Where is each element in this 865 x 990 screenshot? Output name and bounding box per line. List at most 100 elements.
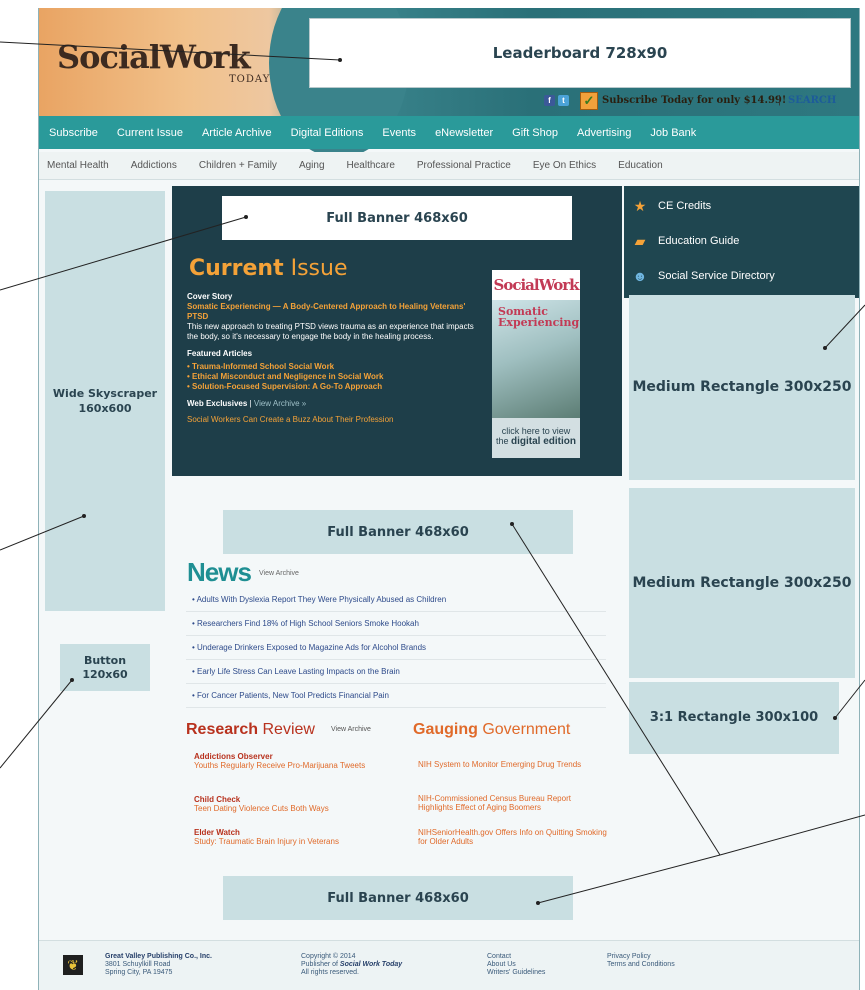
leaderboard-ad-slot[interactable]: Leaderboard 728x90 <box>309 18 851 88</box>
news-item-link[interactable]: • Early Life Stress Can Leave Lasting Im… <box>186 660 606 684</box>
gauging-government-heading-rest: Government <box>477 721 571 738</box>
footer-publisher-prefix: Publisher of <box>301 961 340 968</box>
digital-edition-line-2b: digital edition <box>511 436 576 447</box>
footer-address-line: Spring City, PA 19475 <box>105 969 173 976</box>
footer-publisher-name: Social Work Today <box>339 961 403 968</box>
issue-banner-ad-slot[interactable]: Full Banner 468x60 <box>222 196 572 240</box>
footer-company-block: Great Valley Publishing Co., Inc. 3801 S… <box>105 953 212 977</box>
research-review-item[interactable]: Elder Watch Study: Traumatic Brain Injur… <box>194 828 374 846</box>
search-link[interactable]: SEARCH <box>788 95 836 106</box>
footer-about-link[interactable]: About Us <box>487 961 545 969</box>
gauging-government-link[interactable]: NIH System to Monitor Emerging Drug Tren… <box>418 760 608 769</box>
page-canvas: SocialWork TODAY Leaderboard 728x90 f t … <box>0 0 865 990</box>
topic-children-family[interactable]: Children + Family <box>199 160 277 171</box>
topic-navigation: Mental Health Addictions Children + Fami… <box>39 152 859 180</box>
research-review-category: Elder Watch <box>194 828 240 837</box>
cover-logo: SocialWork <box>492 270 580 300</box>
ce-credits-label: CE Credits <box>658 200 712 212</box>
footer-copyright: Copyright © 2014 <box>301 953 356 960</box>
news-item-link[interactable]: • Adults With Dyslexia Report They Were … <box>186 588 606 612</box>
featured-article-link[interactable]: • Trauma-Informed School Social Work <box>187 362 487 372</box>
twitter-icon[interactable]: t <box>558 95 569 106</box>
current-issue-heading: Current Issue <box>189 256 348 281</box>
nav-advertising[interactable]: Advertising <box>577 127 631 139</box>
nav-gift-shop[interactable]: Gift Shop <box>512 127 558 139</box>
nav-digital-editions[interactable]: Digital Editions <box>291 127 364 139</box>
footer-privacy-link[interactable]: Privacy Policy <box>607 953 675 961</box>
medium-rectangle-ad-slot[interactable]: Medium Rectangle 300x250 <box>629 295 855 480</box>
digital-edition-line-2a: the <box>495 436 511 446</box>
social-service-directory-link[interactable]: ☻ Social Service Directory <box>632 268 775 284</box>
web-exclusives-label: Web Exclusives <box>187 399 248 408</box>
topic-professional-practice[interactable]: Professional Practice <box>417 160 511 171</box>
footer-contact-link[interactable]: Contact <box>487 953 545 961</box>
nav-subscribe[interactable]: Subscribe <box>49 127 98 139</box>
gauging-government-link[interactable]: NIHSeniorHealth.gov Offers Info on Quitt… <box>418 828 608 846</box>
footer-rights: All rights reserved. <box>301 969 359 976</box>
topic-healthcare[interactable]: Healthcare <box>347 160 395 171</box>
news-list: • Adults With Dyslexia Report They Were … <box>186 588 606 708</box>
education-guide-label: Education Guide <box>658 235 740 247</box>
research-review-item[interactable]: Addictions Observer Youths Regularly Rec… <box>194 752 374 770</box>
news-heading: News <box>187 557 252 587</box>
cover-story-link[interactable]: Somatic Experiencing — A Body-Centered A… <box>187 302 487 322</box>
research-review-link[interactable]: Youths Regularly Receive Pro-Marijuana T… <box>194 761 374 770</box>
footer-links-1: Contact About Us Writers' Guidelines <box>487 953 545 977</box>
footer-terms-link[interactable]: Terms and Conditions <box>607 961 675 969</box>
medium-rectangle-ad-slot[interactable]: Medium Rectangle 300x250 <box>629 488 855 678</box>
news-item-link[interactable]: • Researchers Find 18% of High School Se… <box>186 612 606 636</box>
nav-current-issue[interactable]: Current Issue <box>117 127 183 139</box>
cover-photo: Somatic Experiencing <box>492 300 580 418</box>
nav-job-bank[interactable]: Job Bank <box>650 127 696 139</box>
cover-headline: Somatic Experiencing <box>498 305 580 329</box>
gauging-government-link[interactable]: NIH-Commissioned Census Bureau Report Hi… <box>418 794 608 812</box>
wide-skyscraper-ad-slot[interactable]: Wide Skyscraper 160x600 <box>45 191 165 611</box>
topic-addictions[interactable]: Addictions <box>131 160 177 171</box>
research-review-item[interactable]: Child Check Teen Dating Violence Cuts Bo… <box>194 795 374 813</box>
nav-enewsletter[interactable]: eNewsletter <box>435 127 493 139</box>
site-logo-subtitle: TODAY <box>229 74 271 85</box>
rectangle-3-1-ad-slot[interactable]: 3:1 Rectangle 300x100 <box>629 682 839 754</box>
website-page: SocialWork TODAY Leaderboard 728x90 f t … <box>38 8 860 990</box>
full-banner-ad-slot[interactable]: Full Banner 468x60 <box>223 510 573 554</box>
social-service-directory-label: Social Service Directory <box>658 270 775 282</box>
research-review-heading-bold: Research <box>186 721 259 738</box>
research-review-category: Child Check <box>194 795 241 804</box>
featured-article-link[interactable]: • Solution-Focused Supervision: A Go-To … <box>187 382 487 392</box>
nav-article-archive[interactable]: Article Archive <box>202 127 272 139</box>
education-guide-link[interactable]: ▰ Education Guide <box>632 233 740 249</box>
publisher-logo-icon: ❦ <box>63 955 83 975</box>
subscribe-link[interactable]: Subscribe Today for only $14.99! <box>602 95 786 106</box>
current-issue-panel: Full Banner 468x60 Current Issue Cover S… <box>172 186 622 476</box>
research-review-link[interactable]: Study: Traumatic Brain Injury in Veteran… <box>194 837 374 846</box>
web-exclusive-link[interactable]: Social Workers Can Create a Buzz About T… <box>187 415 487 425</box>
digital-edition-link[interactable]: click here to view the digital edition <box>492 418 580 458</box>
featured-article-link[interactable]: • Ethical Misconduct and Negligence in S… <box>187 372 487 382</box>
magazine-cover[interactable]: SocialWork Somatic Experiencing click he… <box>492 270 580 458</box>
topic-education[interactable]: Education <box>618 160 662 171</box>
web-exclusives-archive-link[interactable]: View Archive » <box>254 399 306 408</box>
full-banner-ad-slot[interactable]: Full Banner 468x60 <box>223 876 573 920</box>
gauging-government-heading: Gauging Government <box>413 721 570 739</box>
button-ad-slot[interactable]: Button 120x60 <box>60 644 150 691</box>
research-review-heading-rest: Review <box>258 721 315 738</box>
topic-aging[interactable]: Aging <box>299 160 325 171</box>
news-item-link[interactable]: • Underage Drinkers Exposed to Magazine … <box>186 636 606 660</box>
news-archive-link[interactable]: View Archive <box>259 570 299 577</box>
site-logo[interactable]: SocialWork <box>57 38 251 76</box>
footer-copyright-block: Copyright © 2014 Publisher of Social Wor… <box>301 953 402 977</box>
topic-mental-health[interactable]: Mental Health <box>47 160 109 171</box>
facebook-icon[interactable]: f <box>544 95 555 106</box>
search-separator: | <box>778 94 781 106</box>
news-item-link[interactable]: • For Cancer Patients, New Tool Predicts… <box>186 684 606 708</box>
digital-edition-line-1: click here to view <box>501 426 571 436</box>
footer-company-name: Great Valley Publishing Co., Inc. <box>105 953 212 960</box>
topic-eye-on-ethics[interactable]: Eye On Ethics <box>533 160 596 171</box>
featured-articles-label: Featured Articles <box>187 349 253 358</box>
footer-address-line: 3801 Schuylkill Road <box>105 961 171 968</box>
research-review-link[interactable]: Teen Dating Violence Cuts Both Ways <box>194 804 374 813</box>
nav-events[interactable]: Events <box>382 127 416 139</box>
research-review-archive-link[interactable]: View Archive <box>331 726 371 733</box>
ce-credits-link[interactable]: ★ CE Credits <box>632 198 711 214</box>
footer-guidelines-link[interactable]: Writers' Guidelines <box>487 969 545 977</box>
